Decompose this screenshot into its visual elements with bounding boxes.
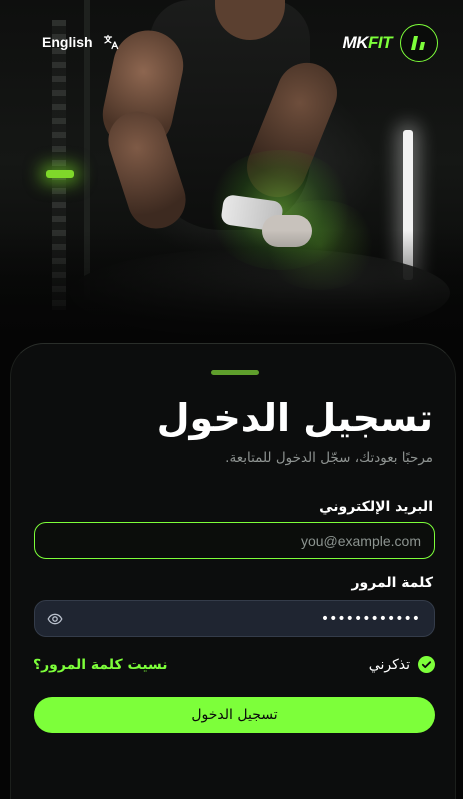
remember-me-label: تذكرني <box>368 656 410 673</box>
language-switch[interactable]: English <box>42 32 119 52</box>
mkfit-logo-icon <box>400 24 438 62</box>
login-card: تسجيل الدخول مرحبًا بعودتك، سجّل الدخول … <box>10 343 456 799</box>
drag-handle[interactable] <box>211 370 259 375</box>
forgot-password-link[interactable]: نسيت كلمة المرور؟ <box>33 657 168 673</box>
translate-icon <box>103 34 118 50</box>
green-light <box>46 170 74 178</box>
login-screen: English MKFIT تسجيل الدخول مرحبًا بعودتك… <box>0 0 463 799</box>
brand-logo: MKFIT <box>343 24 438 62</box>
email-field[interactable] <box>35 523 434 558</box>
remember-me-checkbox[interactable]: تذكرني <box>369 656 435 673</box>
hero-fade <box>0 230 463 360</box>
email-label: البريد الإلكتروني <box>319 499 433 515</box>
page-title: تسجيل الدخول <box>156 396 433 440</box>
language-label: English <box>42 34 93 50</box>
logo-wordmark: MKFIT <box>342 33 393 52</box>
check-icon <box>418 656 435 673</box>
login-button[interactable]: تسجيل الدخول <box>34 697 435 733</box>
email-field-wrapper <box>34 522 435 559</box>
eye-icon[interactable] <box>47 611 63 627</box>
password-label: كلمة المرور <box>351 575 433 591</box>
password-value: •••••••••••• <box>320 611 420 627</box>
page-subtitle: مرحبًا بعودتك، سجّل الدخول للمتابعة. <box>225 450 433 466</box>
logo-bars-icon <box>411 36 425 50</box>
password-field[interactable]: •••••••••••• <box>34 600 435 637</box>
